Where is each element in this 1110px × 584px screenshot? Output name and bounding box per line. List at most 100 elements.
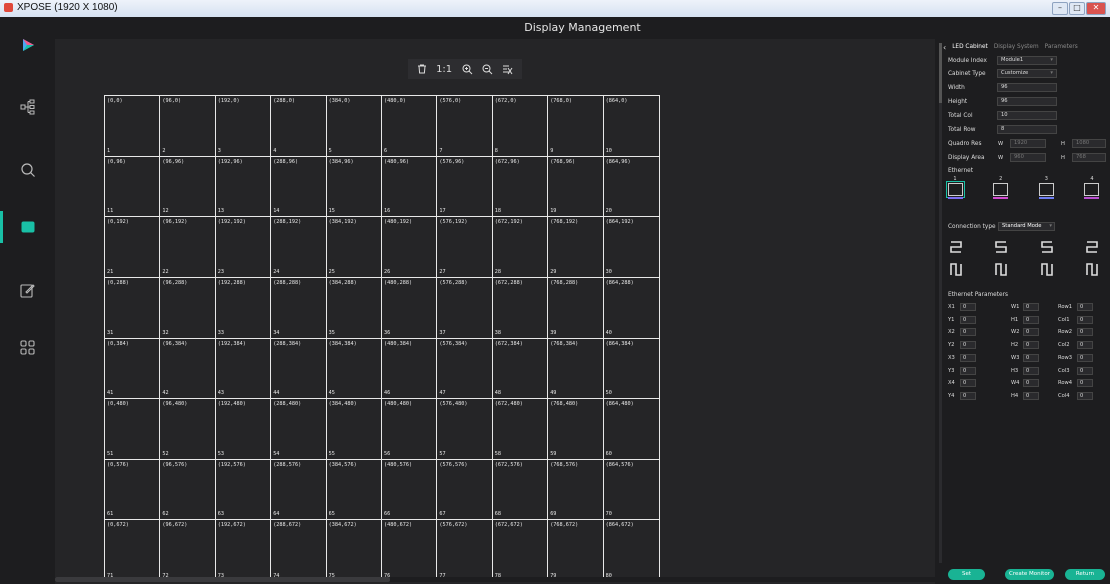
delete-button[interactable] (417, 64, 427, 74)
connection-type-select[interactable]: Standard Mode ▾ (998, 222, 1055, 231)
cabinet-cell[interactable]: (864,672) 80 (604, 520, 659, 581)
display-area-h-input[interactable]: 768 (1072, 153, 1106, 162)
cabinet-cell[interactable]: (0,0) 1 (105, 96, 161, 157)
sidebar-item-topology[interactable] (0, 87, 55, 127)
cabinet-cell[interactable]: (192,672) 73 (216, 520, 272, 581)
eth-param-input[interactable]: 0 (1023, 366, 1039, 375)
cabinet-cell[interactable]: (864,480) 60 (603, 399, 659, 460)
eth-param-input[interactable]: 0 (960, 379, 976, 388)
cabinet-cell[interactable]: (288,96) 14 (271, 156, 327, 218)
cabinet-cell[interactable]: (288,0) 4 (271, 96, 327, 157)
eth-param-input[interactable]: 0 (960, 328, 976, 337)
eth-param-input[interactable]: 0 (1077, 341, 1093, 350)
cabinet-cell[interactable]: (576,192) 27 (437, 217, 493, 278)
cabinet-cell[interactable]: (480,288) 36 (382, 277, 438, 339)
fit-button[interactable] (502, 64, 513, 75)
set-button[interactable]: Set (948, 569, 985, 580)
eth-param-input[interactable]: 0 (1077, 303, 1093, 311)
cabinet-cell[interactable]: (672,576) 68 (492, 459, 549, 521)
horizontal-scrollbar[interactable] (55, 577, 935, 582)
eth-param-input[interactable]: 0 (1077, 315, 1093, 324)
ratio-button[interactable]: 1:1 (436, 64, 452, 75)
cabinet-cell[interactable]: (768,480) 59 (548, 399, 604, 460)
snake-pattern-icon[interactable] (1085, 240, 1099, 254)
cabinet-cell[interactable]: (480,576) 66 (382, 459, 438, 521)
width-input[interactable]: 96 (997, 83, 1057, 92)
quadro-res-h-input[interactable]: 1080 (1072, 139, 1106, 148)
cabinet-cell[interactable]: (96,96) 12 (160, 156, 216, 218)
eth-param-input[interactable]: 0 (1023, 391, 1039, 400)
cabinet-cell[interactable]: (672,288) 38 (492, 277, 549, 339)
cabinet-cell[interactable]: (672,0) 8 (492, 96, 549, 157)
height-input[interactable]: 96 (997, 97, 1057, 106)
sidebar-item-home[interactable] (0, 25, 55, 65)
cabinet-cell[interactable]: (96,288) 32 (160, 277, 216, 339)
zoom-in-button[interactable] (462, 64, 473, 75)
cabinet-cell[interactable]: (384,672) 75 (327, 520, 382, 581)
scrollbar-thumb[interactable] (55, 577, 390, 582)
eth-param-input[interactable]: 0 (1077, 366, 1093, 375)
tab-display-system[interactable]: Display System (994, 44, 1039, 50)
cabinet-cell[interactable]: (96,480) 52 (160, 399, 216, 460)
chevron-left-icon[interactable]: ‹ (943, 43, 946, 52)
cabinet-cell[interactable]: (864,384) 50 (603, 339, 659, 400)
cabinet-cell[interactable]: (0,576) 61 (105, 459, 161, 521)
tab-led-cabinet[interactable]: LED Cabinet (952, 44, 988, 50)
cabinet-cell[interactable]: (288,480) 54 (271, 399, 327, 460)
cabinet-cell[interactable]: (768,384) 49 (548, 338, 604, 400)
eth-param-input[interactable]: 0 (1023, 315, 1039, 324)
cabinet-cell[interactable]: (0,288) 31 (105, 277, 161, 339)
cabinet-cell[interactable]: (96,672) 72 (160, 520, 216, 581)
cabinet-cell[interactable]: (576,672) 77 (437, 520, 493, 581)
cabinet-cell[interactable]: (192,192) 23 (215, 217, 272, 278)
cabinet-cell[interactable]: (0,384) 41 (105, 338, 161, 400)
eth-param-input[interactable]: 0 (960, 341, 976, 350)
sidebar-item-display[interactable] (0, 207, 55, 247)
eth-param-input[interactable]: 0 (1077, 391, 1093, 400)
cabinet-cell[interactable]: (480,672) 76 (382, 520, 438, 581)
cabinet-cell[interactable]: (480,96) 16 (382, 156, 438, 218)
cabinet-cell[interactable]: (384,192) 25 (326, 217, 382, 278)
cabinet-cell[interactable]: (480,384) 46 (382, 338, 438, 400)
display-canvas[interactable]: 1:1 (0,0) 1 (96,0) 2 (192,0) 3 (288,0) 4 (384,0)… (55, 39, 935, 584)
cabinet-cell[interactable]: (864,192) 30 (603, 217, 659, 278)
cabinet-cell[interactable]: (384,384) 45 (326, 338, 382, 400)
ethernet-port-1[interactable]: 1 (945, 176, 965, 199)
cabinet-cell[interactable]: (672,480) 58 (492, 399, 549, 460)
sidebar-item-search[interactable] (0, 150, 55, 190)
cabinet-cell[interactable]: (768,288) 39 (548, 277, 604, 339)
total-col-input[interactable]: 10 (997, 111, 1057, 120)
cabinet-cell[interactable]: (96,384) 42 (160, 338, 216, 400)
cabinet-cell[interactable]: (384,96) 15 (326, 156, 382, 218)
tab-parameters[interactable]: Parameters (1045, 44, 1078, 50)
close-button[interactable]: ✕ (1086, 2, 1106, 15)
snake-pattern-icon[interactable] (949, 240, 963, 254)
eth-param-input[interactable]: 0 (960, 303, 976, 311)
return-button[interactable]: Return (1065, 569, 1105, 580)
cabinet-type-select[interactable]: Customize ▾ (997, 69, 1057, 78)
cabinet-cell[interactable]: (0,96) 11 (105, 156, 161, 218)
maximize-button[interactable]: □ (1069, 2, 1085, 15)
create-monitor-button[interactable]: Create Monitor (1005, 569, 1054, 580)
cabinet-cell[interactable]: (576,0) 7 (437, 96, 493, 157)
eth-param-input[interactable]: 0 (960, 315, 976, 324)
cabinet-cell[interactable]: (768,192) 29 (548, 217, 604, 278)
cabinet-cell[interactable]: (96,192) 22 (160, 217, 216, 278)
vertical-snake-pattern-icon[interactable] (1085, 262, 1099, 276)
display-area-w-input[interactable]: 960 (1010, 153, 1046, 162)
cabinet-cell[interactable]: (576,480) 57 (437, 399, 493, 460)
total-row-input[interactable]: 8 (997, 125, 1057, 134)
cabinet-cell[interactable]: (576,576) 67 (437, 459, 493, 521)
vertical-snake-pattern-icon[interactable] (949, 262, 963, 276)
eth-param-input[interactable]: 0 (1023, 328, 1039, 337)
cabinet-cell[interactable]: (576,288) 37 (437, 277, 493, 339)
cabinet-cell[interactable]: (0,192) 21 (105, 217, 161, 278)
eth-param-input[interactable]: 0 (1023, 379, 1039, 388)
cabinet-cell[interactable]: (384,480) 55 (326, 399, 382, 460)
sidebar-item-edit[interactable] (0, 270, 55, 310)
cabinet-cell[interactable]: (672,384) 48 (492, 338, 549, 400)
eth-param-input[interactable]: 0 (1077, 328, 1093, 337)
cabinet-cell[interactable]: (672,192) 28 (492, 217, 549, 278)
cabinet-cell[interactable]: (288,672) 74 (271, 520, 327, 581)
snake-pattern-icon[interactable] (994, 240, 1008, 254)
